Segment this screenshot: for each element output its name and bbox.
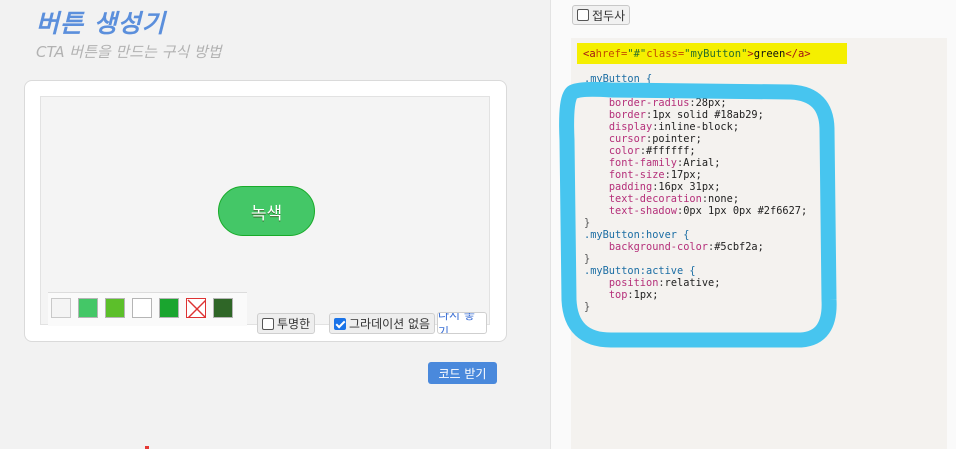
css-value: relative;	[664, 277, 721, 289]
html-inner-text: green	[753, 47, 786, 60]
css-value: none;	[708, 193, 740, 205]
css-code-line: cursor:pointer;	[608, 133, 702, 145]
css-property: background-color	[608, 85, 709, 97]
css-code-line: background-color:#5cbf2a;	[608, 241, 764, 253]
swatch-white[interactable]	[132, 298, 152, 318]
no-gradient-toggle[interactable]: 그라데이션 없음	[329, 313, 436, 334]
css-code-line: }	[584, 253, 807, 265]
css-code-line: top:1px;	[608, 289, 659, 301]
css-property: font-family	[608, 157, 678, 169]
css-code-line: border:1px solid #18ab29;	[608, 109, 764, 121]
swatch-none[interactable]	[186, 298, 206, 318]
css-value: inline-block;	[658, 121, 740, 133]
transparent-toggle[interactable]: 투명한	[257, 313, 316, 334]
html-href-attr: href=	[595, 47, 628, 60]
css-brace: }	[584, 253, 591, 265]
css-code-line: padding:16px 31px;	[608, 181, 721, 193]
css-value: #ffffff;	[646, 145, 696, 157]
css-value: 1px;	[633, 289, 659, 301]
css-property: position	[608, 277, 659, 289]
css-code-line: }	[584, 217, 807, 229]
code-pane: 접두사 <a href= "#" class= "myButton" > green </…	[551, 0, 956, 449]
html-code-line: <a href= "#" class= "myButton" > green </a>	[577, 43, 847, 64]
css-value: Arial;	[683, 157, 721, 169]
collapse-toggle[interactable]: 접두사	[572, 5, 631, 25]
transparent-checkbox[interactable]	[262, 317, 274, 330]
page-subtitle: CTA 버튼을 만드는 구식 방법	[36, 43, 222, 61]
css-code-line: .myButton {	[584, 73, 807, 85]
preview-button[interactable]: 녹색	[218, 186, 315, 236]
css-selector: .myButton {	[584, 73, 653, 85]
css-selector: .myButton:active {	[584, 265, 696, 277]
html-href-value: "#"	[627, 47, 647, 60]
css-code-line: font-size:17px;	[608, 169, 702, 181]
css-value: 0px 1px 0px #2f6627;	[683, 205, 808, 217]
css-property: top	[608, 289, 628, 301]
css-value: 1px solid #18ab29;	[652, 109, 764, 121]
html-open-tag: <a	[583, 47, 596, 60]
css-property: border	[608, 109, 647, 121]
no-color-icon	[187, 299, 205, 317]
css-code-line: display:inline-block;	[608, 121, 740, 133]
swatch-green[interactable]	[78, 298, 98, 318]
css-value: pointer;	[652, 133, 702, 145]
collapse-label: 접두사	[592, 8, 626, 23]
no-gradient-label: 그라데이션 없음	[349, 317, 431, 331]
reset-button[interactable]: 다시 놓기	[437, 312, 487, 334]
css-value: 16px 31px;	[658, 181, 721, 193]
collapse-checkbox[interactable]	[577, 9, 589, 21]
page-title: 버튼 생성기	[36, 9, 166, 38]
swatch-forest-green[interactable]	[213, 298, 233, 318]
css-property: color	[608, 145, 640, 157]
swatch-dark-green[interactable]	[159, 298, 179, 318]
css-value: 17px;	[670, 169, 702, 181]
css-property: display	[608, 121, 653, 133]
css-code-line: position:relative;	[608, 277, 721, 289]
css-value: #5cbf2a;	[714, 241, 764, 253]
css-code-line: border-radius:28px;	[608, 97, 727, 109]
css-code-line: background-color:#44c767;	[608, 85, 764, 97]
css-property: font-size	[608, 169, 665, 181]
css-property: text-decoration	[608, 193, 702, 205]
css-value: #44c767;	[714, 85, 764, 97]
css-property: background-color	[608, 241, 709, 253]
css-code-block: .myButton { background-color:#44c767; bo…	[584, 73, 807, 313]
transparent-label: 투명한	[277, 317, 311, 331]
no-gradient-checkbox[interactable]	[334, 317, 346, 330]
color-swatch-bar	[48, 292, 247, 326]
swatch-lime-green[interactable]	[105, 298, 125, 318]
swatch-light-gray[interactable]	[51, 298, 71, 318]
css-code-line: font-family:Arial;	[608, 157, 721, 169]
generator-pane: 버튼 생성기 CTA 버튼을 만드는 구식 방법 녹색 투명한 다시 놓기 그라…	[0, 0, 550, 449]
css-code-line: .myButton:hover {	[584, 229, 807, 241]
html-class-value: "myButton"	[684, 47, 748, 60]
css-property: text-shadow	[608, 205, 678, 217]
css-selector: .myButton:hover {	[584, 229, 690, 241]
css-code-line: text-decoration:none;	[608, 193, 740, 205]
css-code-line: color:#ffffff;	[608, 145, 696, 157]
code-output-panel: <a href= "#" class= "myButton" > green </a> .…	[571, 38, 947, 449]
get-code-button[interactable]: 코드 받기	[428, 362, 497, 384]
css-property: border-radius	[608, 97, 690, 109]
css-value: 28px;	[695, 97, 727, 109]
css-property: cursor	[608, 133, 647, 145]
css-brace: }	[584, 217, 591, 229]
button-preview-area: 녹색 투명한 다시 놓기 그라데이션 없음	[40, 96, 490, 334]
css-property: padding	[608, 181, 653, 193]
css-code-line: }	[584, 301, 807, 313]
css-code-line: text-shadow:0px 1px 0px #2f6627;	[608, 205, 808, 217]
css-code-line: .myButton:active {	[584, 265, 807, 277]
html-close-tag: </a>	[785, 47, 811, 60]
css-brace: }	[584, 301, 591, 313]
preview-card: 녹색 투명한 다시 놓기 그라데이션 없음	[24, 80, 507, 342]
html-class-attr: class=	[646, 47, 685, 60]
